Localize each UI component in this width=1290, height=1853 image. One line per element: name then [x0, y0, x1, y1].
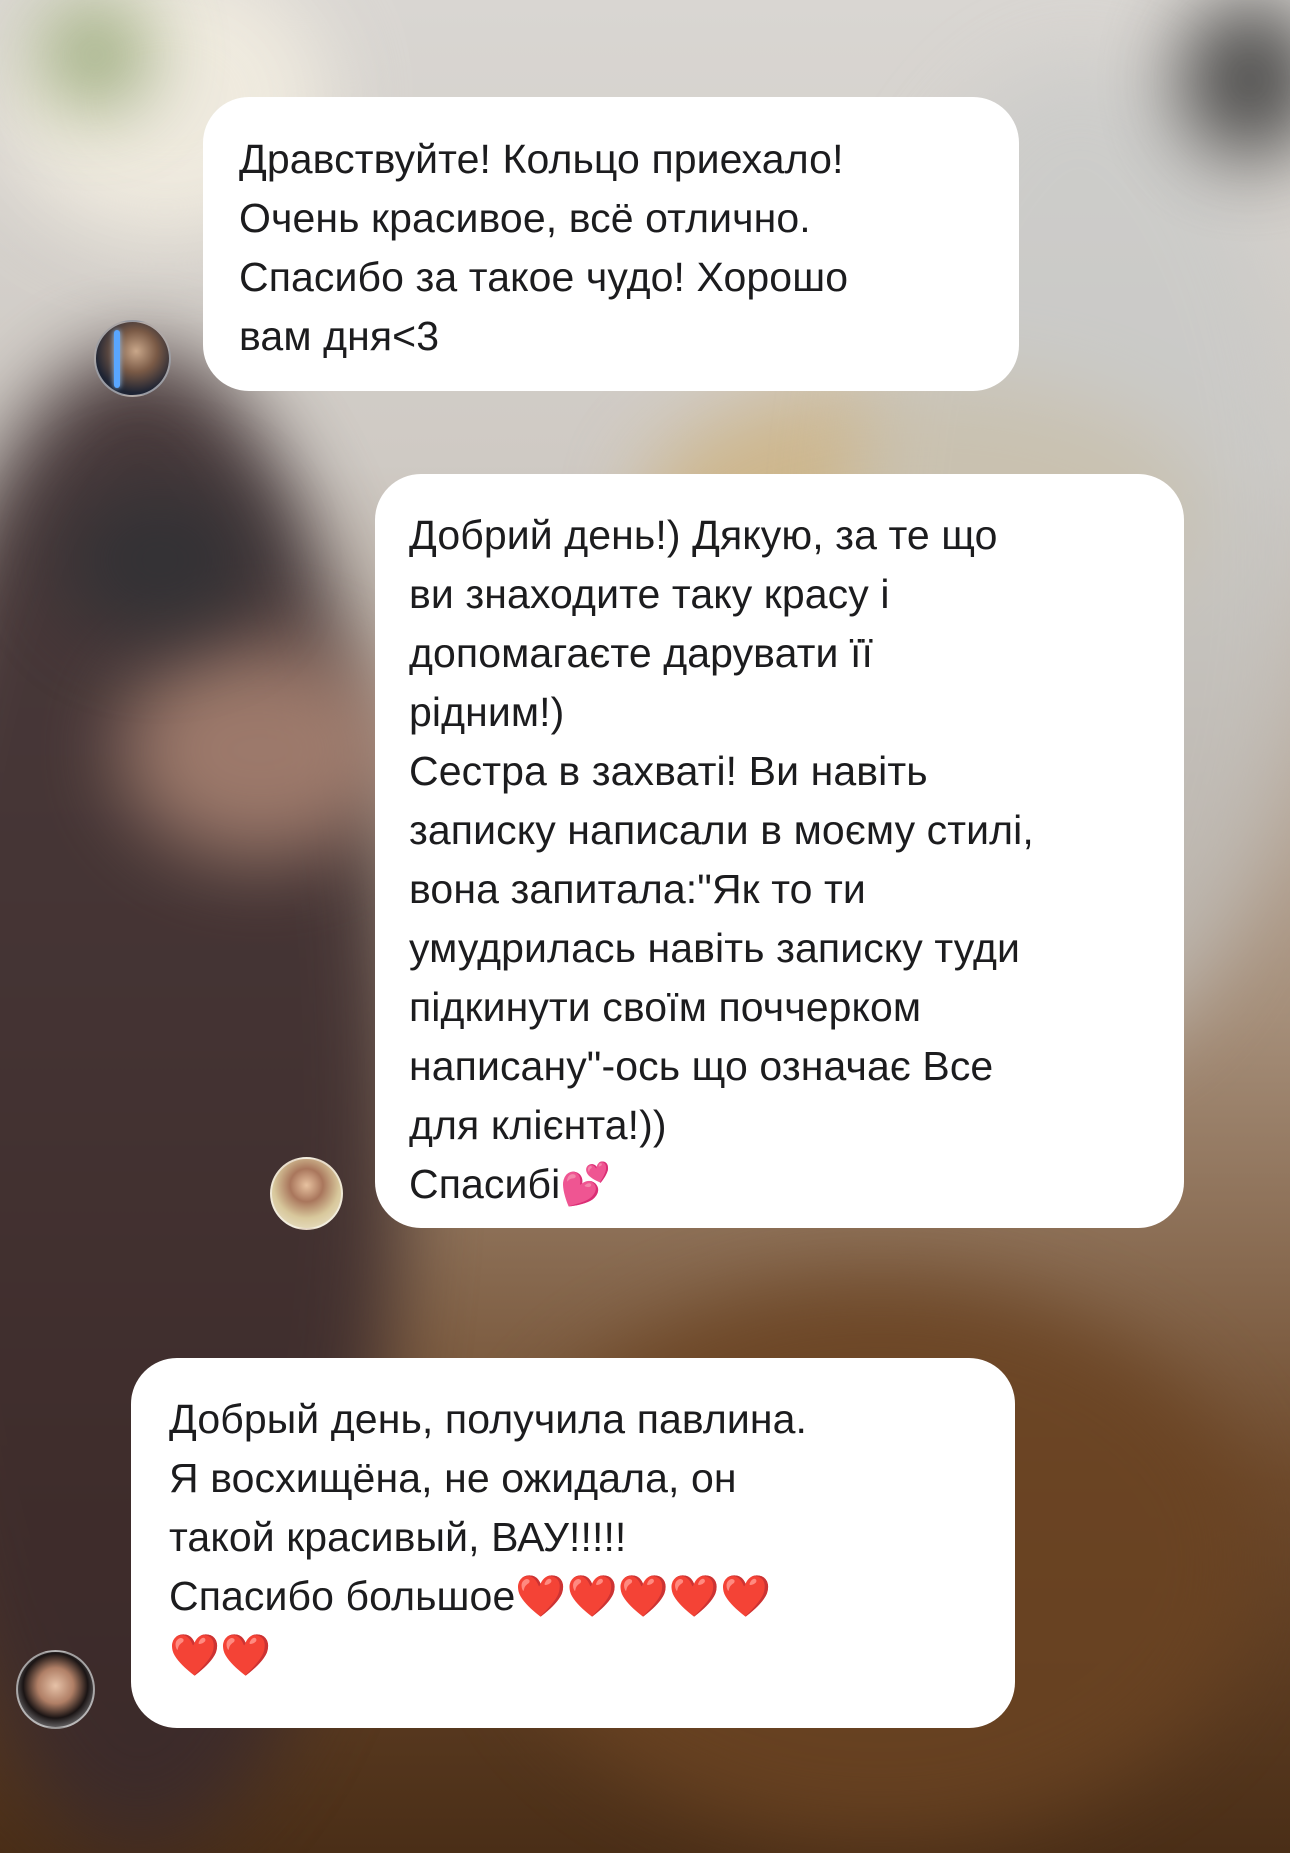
message-bubble: Дравствуйте! Кольцо приехало! Очень крас…: [203, 97, 1019, 391]
message-bubble: Добрый день, получила павлина. Я восхищё…: [131, 1358, 1015, 1728]
sender-avatar[interactable]: [16, 1650, 95, 1729]
sender-avatar[interactable]: [270, 1157, 343, 1230]
message-bubble: Добрий день!) Дякую, за те що ви знаходи…: [375, 474, 1184, 1228]
sender-avatar[interactable]: [94, 320, 171, 397]
